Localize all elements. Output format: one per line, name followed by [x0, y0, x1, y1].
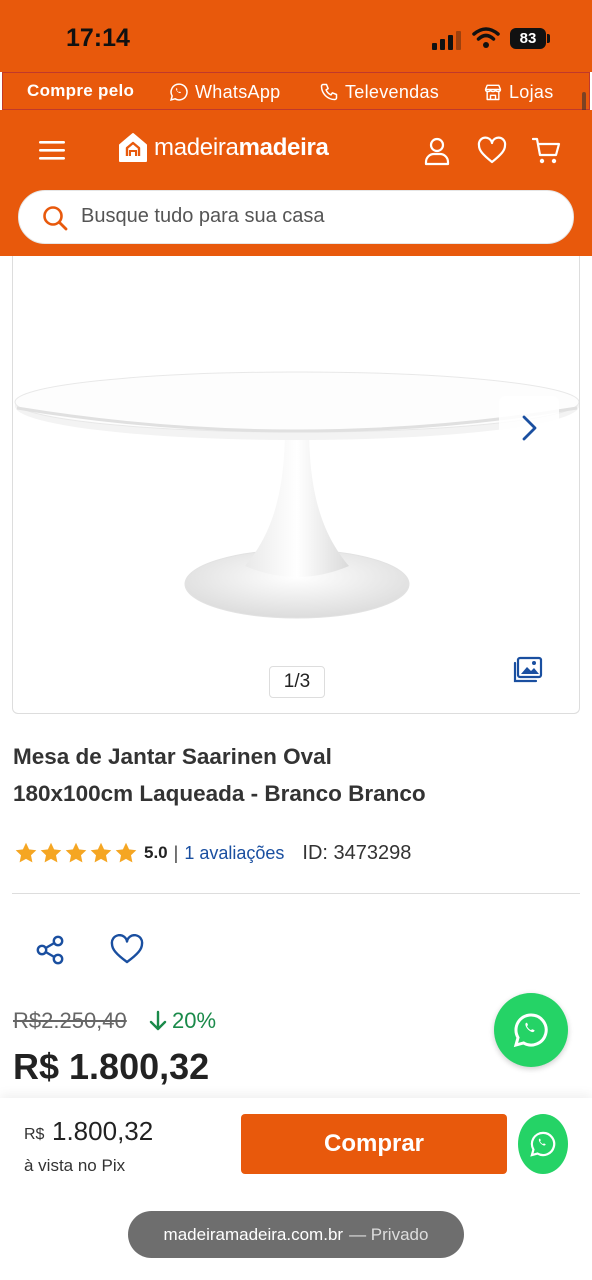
bottom-currency: R$: [24, 1126, 45, 1143]
whatsapp-label: WhatsApp: [195, 81, 281, 102]
whatsapp-buy-button[interactable]: [518, 1114, 568, 1174]
search-bar[interactable]: Busque tudo para sua casa: [18, 190, 574, 244]
product-title-line-1: Mesa de Jantar Saarinen Oval: [13, 744, 332, 769]
gallery-next-button[interactable]: [499, 396, 559, 460]
status-time: 17:14: [66, 24, 130, 52]
cellular-signal-icon: [432, 31, 461, 50]
favorite-icon[interactable]: [110, 934, 144, 966]
promo-label: Compre pelo: [27, 81, 135, 100]
user-icon[interactable]: [422, 136, 452, 166]
browser-url-bar[interactable]: madeiramadeira.com.br — Privado: [128, 1211, 464, 1258]
rating-row: 5.0 | 1 avaliações ID: 3473298: [14, 838, 411, 868]
url-domain: madeiramadeira.com.br: [163, 1224, 344, 1244]
battery-indicator: 83: [510, 28, 546, 49]
arrow-down-icon: [149, 1010, 167, 1031]
share-icon[interactable]: [34, 934, 66, 966]
product-title-line-2: 180x100cm Laqueada - Branco Branco: [13, 781, 426, 806]
star-icon: [115, 842, 137, 863]
status-bar: 17:14 83: [0, 0, 592, 72]
old-price: R$2.250,40: [13, 1008, 127, 1033]
site-logo[interactable]: madeiramadeira: [118, 132, 329, 164]
televendas-link[interactable]: Televendas: [319, 79, 439, 105]
logo-house-icon: [119, 133, 147, 162]
cart-icon[interactable]: [532, 136, 562, 166]
menu-icon[interactable]: [38, 138, 66, 162]
search-input[interactable]: Busque tudo para sua casa: [81, 205, 325, 228]
product-title: Mesa de Jantar Saarinen Oval 180x100cm L…: [13, 738, 513, 812]
bottom-price: 1.800,32: [52, 1116, 154, 1146]
discount-percent: 20%: [172, 1008, 217, 1033]
phone-icon: [320, 83, 338, 101]
star-icon: [65, 842, 87, 863]
whatsapp-link[interactable]: WhatsApp: [169, 79, 280, 105]
search-icon: [43, 206, 68, 231]
lojas-link[interactable]: Lojas: [483, 79, 554, 105]
product-id: ID: 3473298: [302, 841, 412, 864]
star-icon: [15, 842, 37, 863]
chevron-right-icon: [522, 415, 537, 441]
whatsapp-icon: [530, 1131, 556, 1157]
battery-tip: [547, 34, 550, 43]
current-price: R$ 1.800,32: [13, 1046, 210, 1087]
star-icon: [90, 842, 112, 863]
payment-method: à vista no Pix: [24, 1156, 126, 1175]
whatsapp-float-button[interactable]: [494, 993, 568, 1067]
private-mode-label: — Privado: [349, 1224, 429, 1244]
whatsapp-icon: [513, 1013, 548, 1048]
rating-separator: |: [173, 842, 179, 863]
rating-score: 5.0: [144, 843, 168, 862]
product-gallery[interactable]: 1/3: [12, 256, 580, 714]
reviews-link[interactable]: 1 avaliações: [184, 843, 284, 864]
store-icon: [484, 84, 502, 101]
televendas-label: Televendas: [345, 81, 440, 102]
heart-icon[interactable]: [477, 136, 507, 166]
star-icon: [40, 842, 62, 863]
product-image: [14, 371, 579, 619]
gallery-counter: 1/3: [269, 666, 325, 698]
discount-badge: 20%: [148, 1008, 216, 1034]
whatsapp-icon: [170, 83, 188, 101]
logo-text: madeiramadeira: [154, 134, 329, 161]
buy-button[interactable]: Comprar: [241, 1114, 507, 1174]
lojas-label: Lojas: [509, 81, 554, 102]
site-header: madeiramadeira Busque tudo para sua casa: [0, 110, 592, 256]
divider: [12, 893, 580, 894]
star-rating: [14, 841, 138, 865]
image-gallery-icon[interactable]: [513, 656, 543, 684]
wifi-icon: [472, 27, 500, 48]
promo-bar: Compre pelo WhatsApp Televendas Lojas: [2, 72, 590, 110]
